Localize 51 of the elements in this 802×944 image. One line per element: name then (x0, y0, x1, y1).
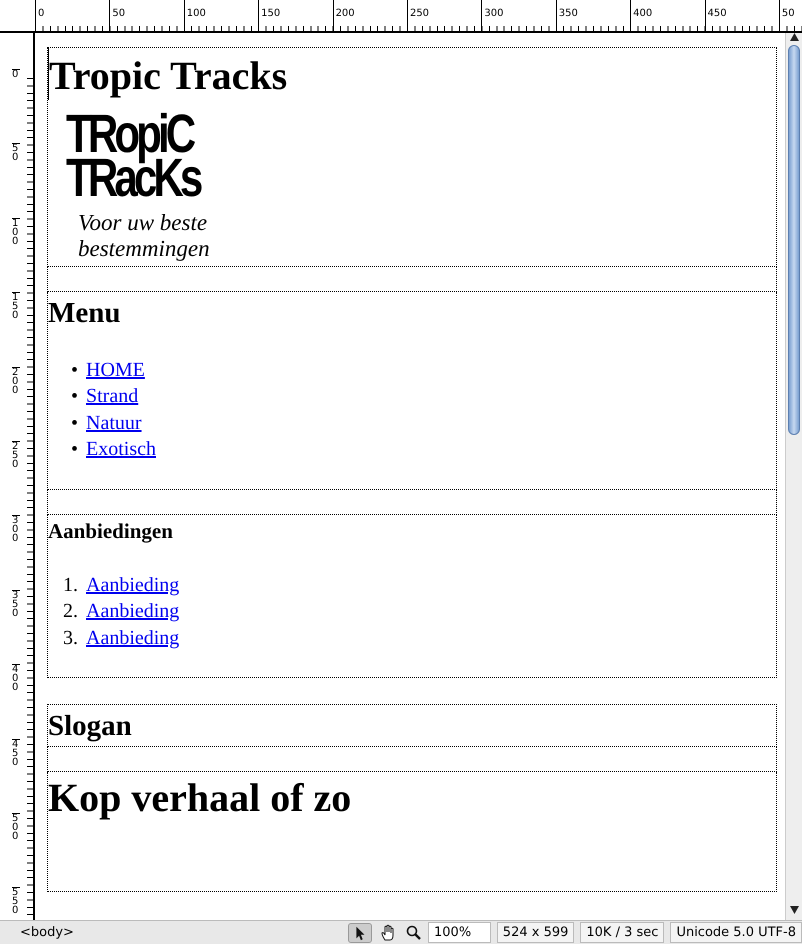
list-marker: • (70, 384, 79, 410)
list-marker: • (70, 437, 79, 462)
ruler-label: 450 (708, 8, 727, 20)
ruler-label: 500 (12, 812, 20, 841)
ruler-label: 150 (12, 292, 20, 320)
tagline: Voor uw beste bestemmingen (78, 210, 211, 262)
ruler-label: 100 (186, 8, 206, 20)
list-marker: • (70, 358, 79, 383)
ruler-label: 50 (12, 143, 20, 162)
list-marker: 1. (62, 572, 79, 598)
ruler-label: 50 (112, 8, 126, 20)
ruler-label: 0 (38, 8, 44, 20)
pointer-icon[interactable] (348, 922, 372, 942)
nav-link[interactable]: HOME (86, 356, 145, 384)
nav-link[interactable]: Natuur (86, 410, 142, 436)
ruler-label: 200 (336, 8, 355, 20)
scroll-thumb[interactable] (788, 45, 800, 435)
encoding: Unicode 5.0 UTF-8 (670, 922, 802, 943)
nav-link[interactable]: Aanbieding (86, 572, 180, 598)
ruler-label: 250 (410, 8, 430, 20)
nav-link[interactable]: Aanbieding (86, 598, 180, 625)
tag-selector[interactable]: <body> (20, 925, 74, 940)
scrollbar[interactable] (785, 33, 802, 920)
ruler-label: 50 (782, 8, 795, 20)
ruler-label: 100 (12, 218, 20, 246)
section-heading: Aanbiedingen (48, 518, 173, 544)
up-arrow-icon[interactable] (790, 33, 798, 41)
ruler-label: 400 (633, 8, 652, 20)
section-heading: Slogan (48, 709, 132, 744)
list-marker: 2. (62, 599, 79, 624)
list-marker: 3. (62, 626, 79, 651)
ruler-label: 350 (558, 8, 578, 20)
down-arrow-icon[interactable] (790, 906, 798, 914)
nav-link[interactable]: Strand (86, 383, 138, 410)
logo: TRopiC TRacKs (66, 112, 201, 200)
story-heading: Kop verhaal of zo (48, 776, 352, 820)
download-size: 10K / 3 sec (580, 922, 664, 943)
ruler-label: 400 (12, 664, 20, 692)
ruler-label: 550 (12, 887, 20, 916)
list-marker: • (70, 410, 79, 436)
nav-link[interactable]: Aanbieding (86, 624, 180, 652)
ruler-label: 150 (261, 8, 280, 20)
nav-link[interactable]: Exotisch (86, 436, 156, 463)
page-title: Tropic Tracks (48, 48, 288, 100)
section-heading: Menu (48, 296, 120, 331)
window-size-dropdown[interactable]: 524 x 599 (496, 922, 574, 943)
ruler-label: 0 (12, 69, 20, 79)
ruler-label: 300 (484, 8, 504, 20)
zoom-dropdown[interactable]: 100% (428, 922, 491, 943)
zoom-icon[interactable] (406, 924, 422, 940)
ruler-label: 450 (12, 738, 20, 767)
